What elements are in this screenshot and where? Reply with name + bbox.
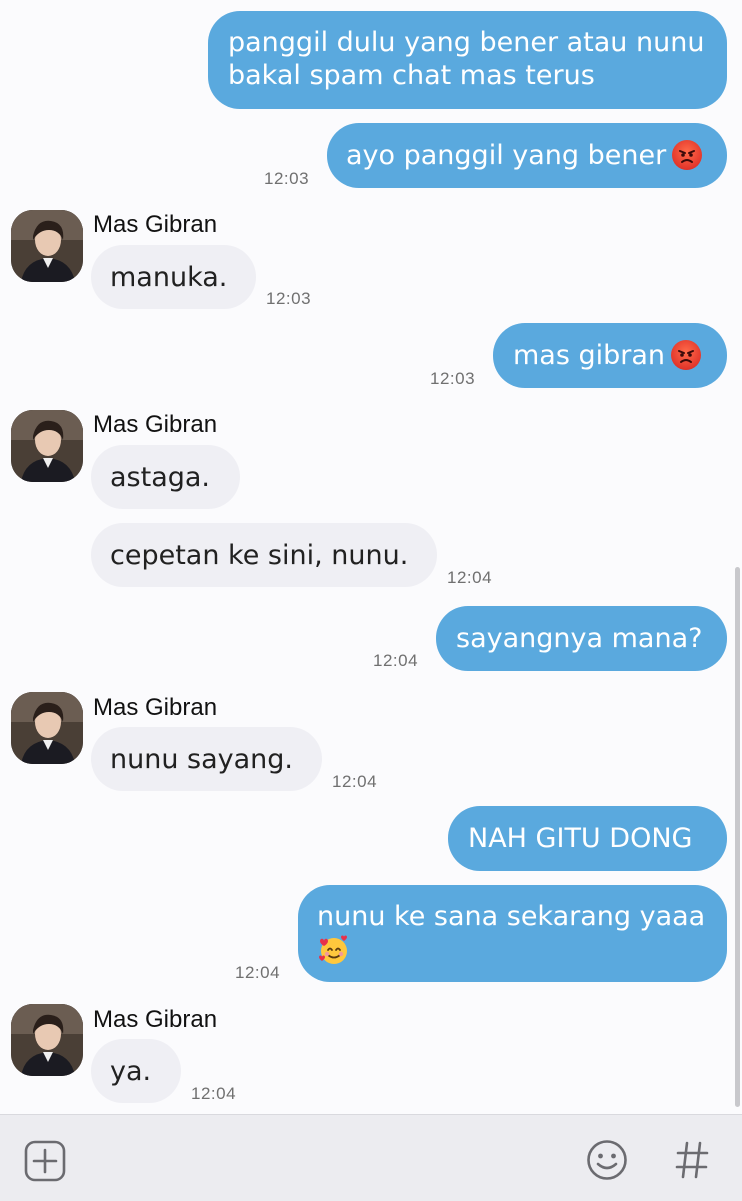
message-time: 12:03 (264, 169, 310, 188)
sender-name: Mas Gibran (93, 1006, 218, 1033)
outgoing-message[interactable]: ayo panggil yang bener (327, 123, 727, 188)
avatar-photo (11, 692, 83, 764)
message-text: ayo panggil yang bener (346, 140, 667, 171)
smiling-face-with-hearts-emoji (317, 933, 351, 967)
scrollbar[interactable] (735, 567, 740, 1107)
message-text: astaga. (110, 462, 211, 493)
chat-area[interactable]: panggil dulu yang bener atau nunu bakal … (0, 0, 742, 1112)
outgoing-message[interactable]: NAH GITU DONG (448, 806, 727, 871)
message-text: NAH GITU DONG (468, 823, 693, 854)
input-toolbar (0, 1114, 742, 1201)
plus-square-icon[interactable] (24, 1140, 66, 1186)
message-text: cepetan ke sini, nunu. (110, 540, 409, 571)
smiley-icon[interactable] (586, 1139, 628, 1185)
message-time: 12:04 (191, 1084, 237, 1103)
message-text: nunu sayang. (110, 744, 294, 775)
sender-name: Mas Gibran (93, 211, 218, 238)
message-text-line: bakal spam chat mas terus (228, 60, 595, 91)
angry-face-emoji (672, 140, 703, 170)
message-time: 12:04 (332, 772, 378, 791)
avatar[interactable] (11, 410, 83, 482)
outgoing-message[interactable]: sayangnya mana? (436, 606, 727, 671)
avatar-photo (11, 210, 83, 282)
hashtag-icon[interactable] (675, 1141, 709, 1183)
message-time: 12:04 (447, 568, 493, 587)
avatar[interactable] (11, 210, 83, 282)
outgoing-message[interactable]: mas gibran (493, 323, 727, 388)
message-text: mas gibran (513, 340, 666, 371)
sender-name: Mas Gibran (93, 411, 218, 438)
message-text: sayangnya mana? (456, 623, 703, 654)
message-time: 12:03 (430, 369, 476, 388)
message-text: nunu ke sana sekarang yaaa (317, 901, 706, 932)
incoming-message[interactable]: manuka. (91, 245, 256, 309)
message-text: ya. (110, 1056, 152, 1087)
message-time: 12:03 (266, 289, 312, 308)
incoming-message[interactable]: cepetan ke sini, nunu. (91, 523, 437, 587)
avatar-photo (11, 1004, 83, 1076)
message-text: manuka. (110, 262, 228, 293)
outgoing-message[interactable]: panggil dulu yang bener atau nunu bakal … (208, 11, 727, 109)
incoming-message[interactable]: astaga. (91, 445, 240, 509)
incoming-message[interactable]: nunu sayang. (91, 727, 322, 791)
avatar[interactable] (11, 1004, 83, 1076)
incoming-message[interactable]: ya. (91, 1039, 181, 1103)
avatar[interactable] (11, 692, 83, 764)
avatar-photo (11, 410, 83, 482)
message-text-line: panggil dulu yang bener atau nunu (228, 27, 705, 58)
outgoing-message[interactable]: nunu ke sana sekarang yaaa (298, 885, 727, 982)
sender-name: Mas Gibran (93, 694, 218, 721)
message-time: 12:04 (235, 963, 281, 982)
message-time: 12:04 (373, 651, 419, 670)
angry-face-emoji (671, 340, 702, 370)
